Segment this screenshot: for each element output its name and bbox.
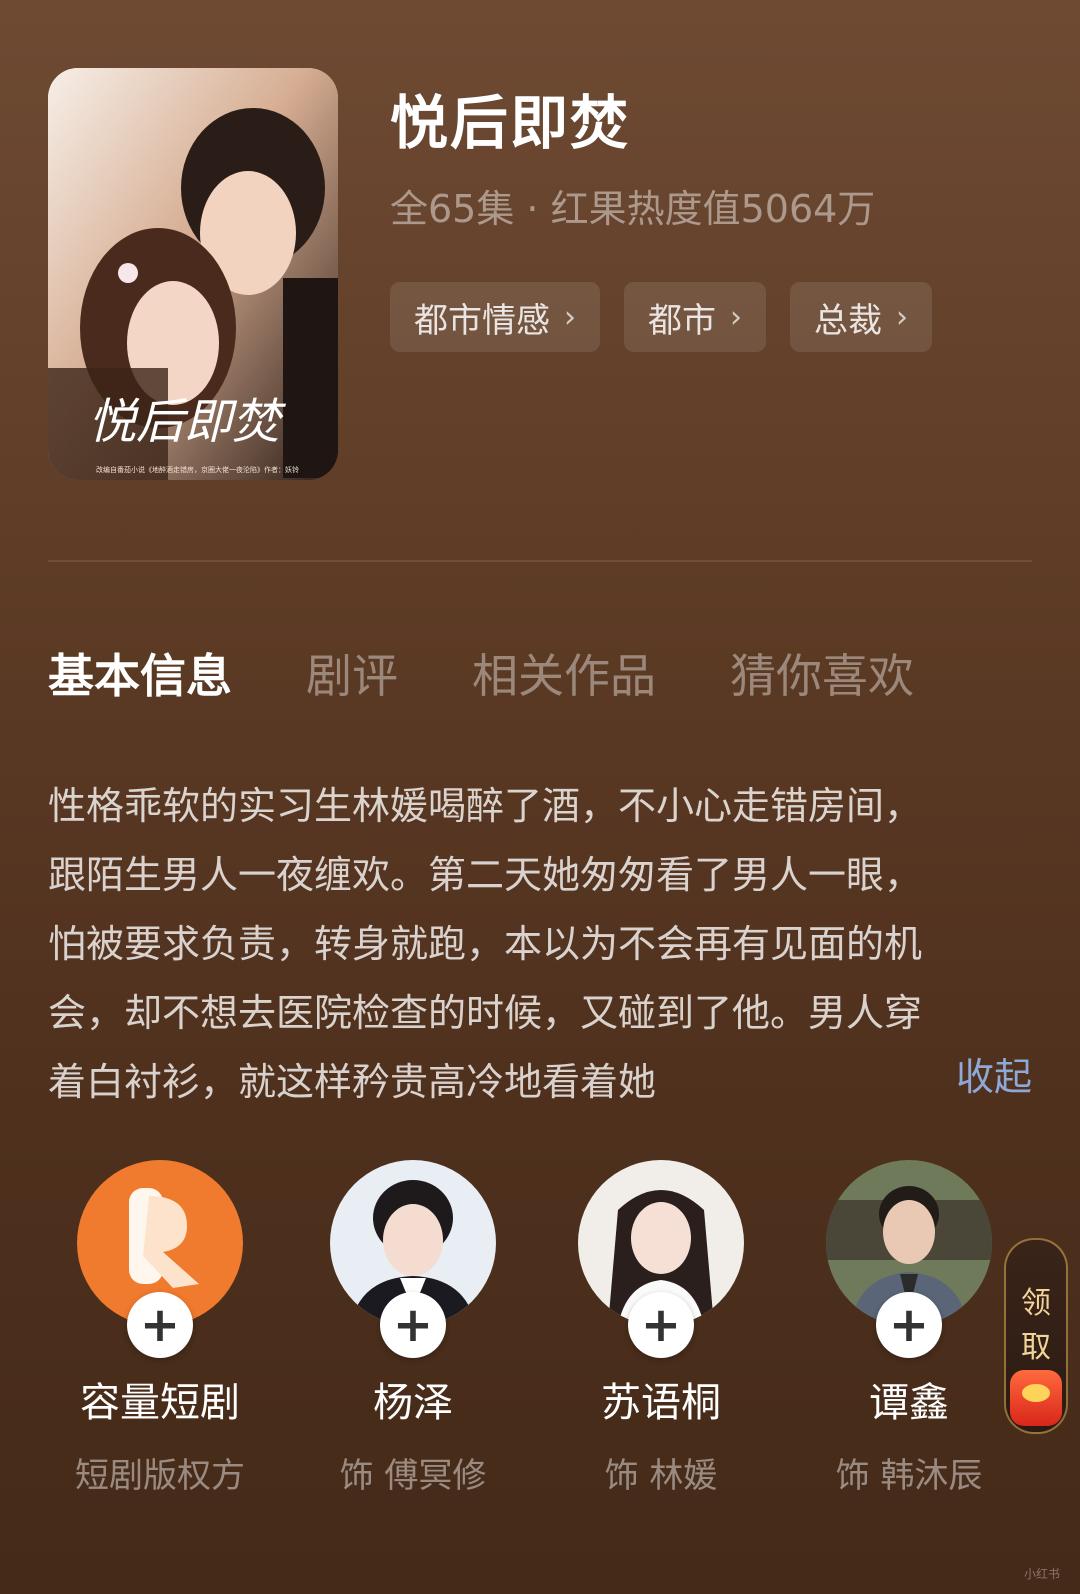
follow-plus-icon[interactable]: +: [628, 1292, 694, 1358]
chevron-right-icon: ›: [564, 299, 576, 335]
chevron-right-icon: ›: [730, 299, 742, 335]
poster-caption: 改编自番茄小说《地醉酒走错房，京圈大佬一夜沦陷》作者：妖铃: [96, 465, 299, 474]
detail-tabs: 基本信息 剧评 相关作品 猜你喜欢: [48, 640, 914, 706]
follow-plus-icon[interactable]: +: [380, 1292, 446, 1358]
cast-role: 饰 傅冥修: [339, 1456, 487, 1496]
synopsis-line: 会，却不想去医院检查的时候，又碰到了他。男人穿: [48, 991, 923, 1035]
watermark: 小红书: [1023, 1567, 1060, 1581]
tag-label: 都市情感: [414, 300, 550, 341]
cast-name: 容量短剧: [80, 1380, 240, 1426]
reward-label: 领: [1021, 1286, 1051, 1321]
cast-item-actor-1[interactable]: + 杨泽 饰 傅冥修: [293, 1160, 533, 1497]
reward-label: 取: [1021, 1330, 1051, 1365]
cast-role: 短剧版权方: [75, 1456, 245, 1496]
reward-float-button[interactable]: 领 取: [1004, 1238, 1068, 1434]
cast-item-publisher[interactable]: + 容量短剧 短剧版权方: [40, 1160, 280, 1497]
genre-tags: 都市情感 › 都市 › 总裁 ›: [390, 282, 932, 352]
drama-poster[interactable]: 悦后即焚 改编自番茄小说《地醉酒走错房，京圈大佬一夜沦陷》作者：妖铃: [48, 68, 338, 480]
collapse-button[interactable]: 收起: [956, 1046, 1032, 1101]
cast-role: 饰 林媛: [604, 1456, 718, 1496]
poster-artwork: 悦后即焚 改编自番茄小说《地醉酒走错房，京圈大佬一夜沦陷》作者：妖铃: [48, 68, 338, 480]
poster-calligraphy: 悦后即焚: [88, 394, 286, 450]
follow-plus-icon[interactable]: +: [127, 1292, 193, 1358]
drama-title: 悦后即焚: [390, 89, 631, 157]
chevron-right-icon: ›: [896, 299, 908, 335]
tab-related-works[interactable]: 相关作品: [472, 640, 656, 706]
cast-item-actor-3[interactable]: + 谭鑫 饰 韩沐辰: [789, 1160, 1029, 1497]
drama-meta: 全65集 · 红果热度值5064万: [390, 187, 876, 231]
tag-urban-romance[interactable]: 都市情感 ›: [390, 282, 600, 352]
cast-role: 饰 韩沐辰: [835, 1456, 983, 1496]
synopsis: 性格乖软的实习生林媛喝醉了酒，不小心走错房间， 跟陌生男人一夜缠欢。第二天她匆匆…: [48, 772, 1032, 1117]
cast-name: 谭鑫: [869, 1380, 949, 1426]
section-divider: [48, 560, 1032, 562]
synopsis-line: 跟陌生男人一夜缠欢。第二天她匆匆看了男人一眼，: [48, 853, 923, 897]
tag-label: 都市: [648, 300, 716, 341]
red-envelope-icon: [1010, 1370, 1062, 1426]
tab-basic-info[interactable]: 基本信息: [48, 640, 232, 706]
synopsis-line: 着白衬衫，就这样矜贵高冷地看着她: [48, 1060, 657, 1104]
cast-name: 苏语桐: [601, 1380, 721, 1426]
cast-name: 杨泽: [373, 1380, 453, 1426]
synopsis-line: 怕被要求负责，转身就跑，本以为不会再有见面的机: [48, 922, 923, 966]
follow-plus-icon[interactable]: +: [876, 1292, 942, 1358]
tab-reviews[interactable]: 剧评: [306, 640, 398, 706]
tag-label: 总裁: [814, 300, 882, 341]
tab-recommendations[interactable]: 猜你喜欢: [730, 640, 914, 706]
tag-ceo[interactable]: 总裁 ›: [790, 282, 932, 352]
cast-item-actor-2[interactable]: + 苏语桐 饰 林媛: [541, 1160, 781, 1497]
tag-urban[interactable]: 都市 ›: [624, 282, 766, 352]
synopsis-line: 性格乖软的实习生林媛喝醉了酒，不小心走错房间，: [48, 784, 923, 828]
